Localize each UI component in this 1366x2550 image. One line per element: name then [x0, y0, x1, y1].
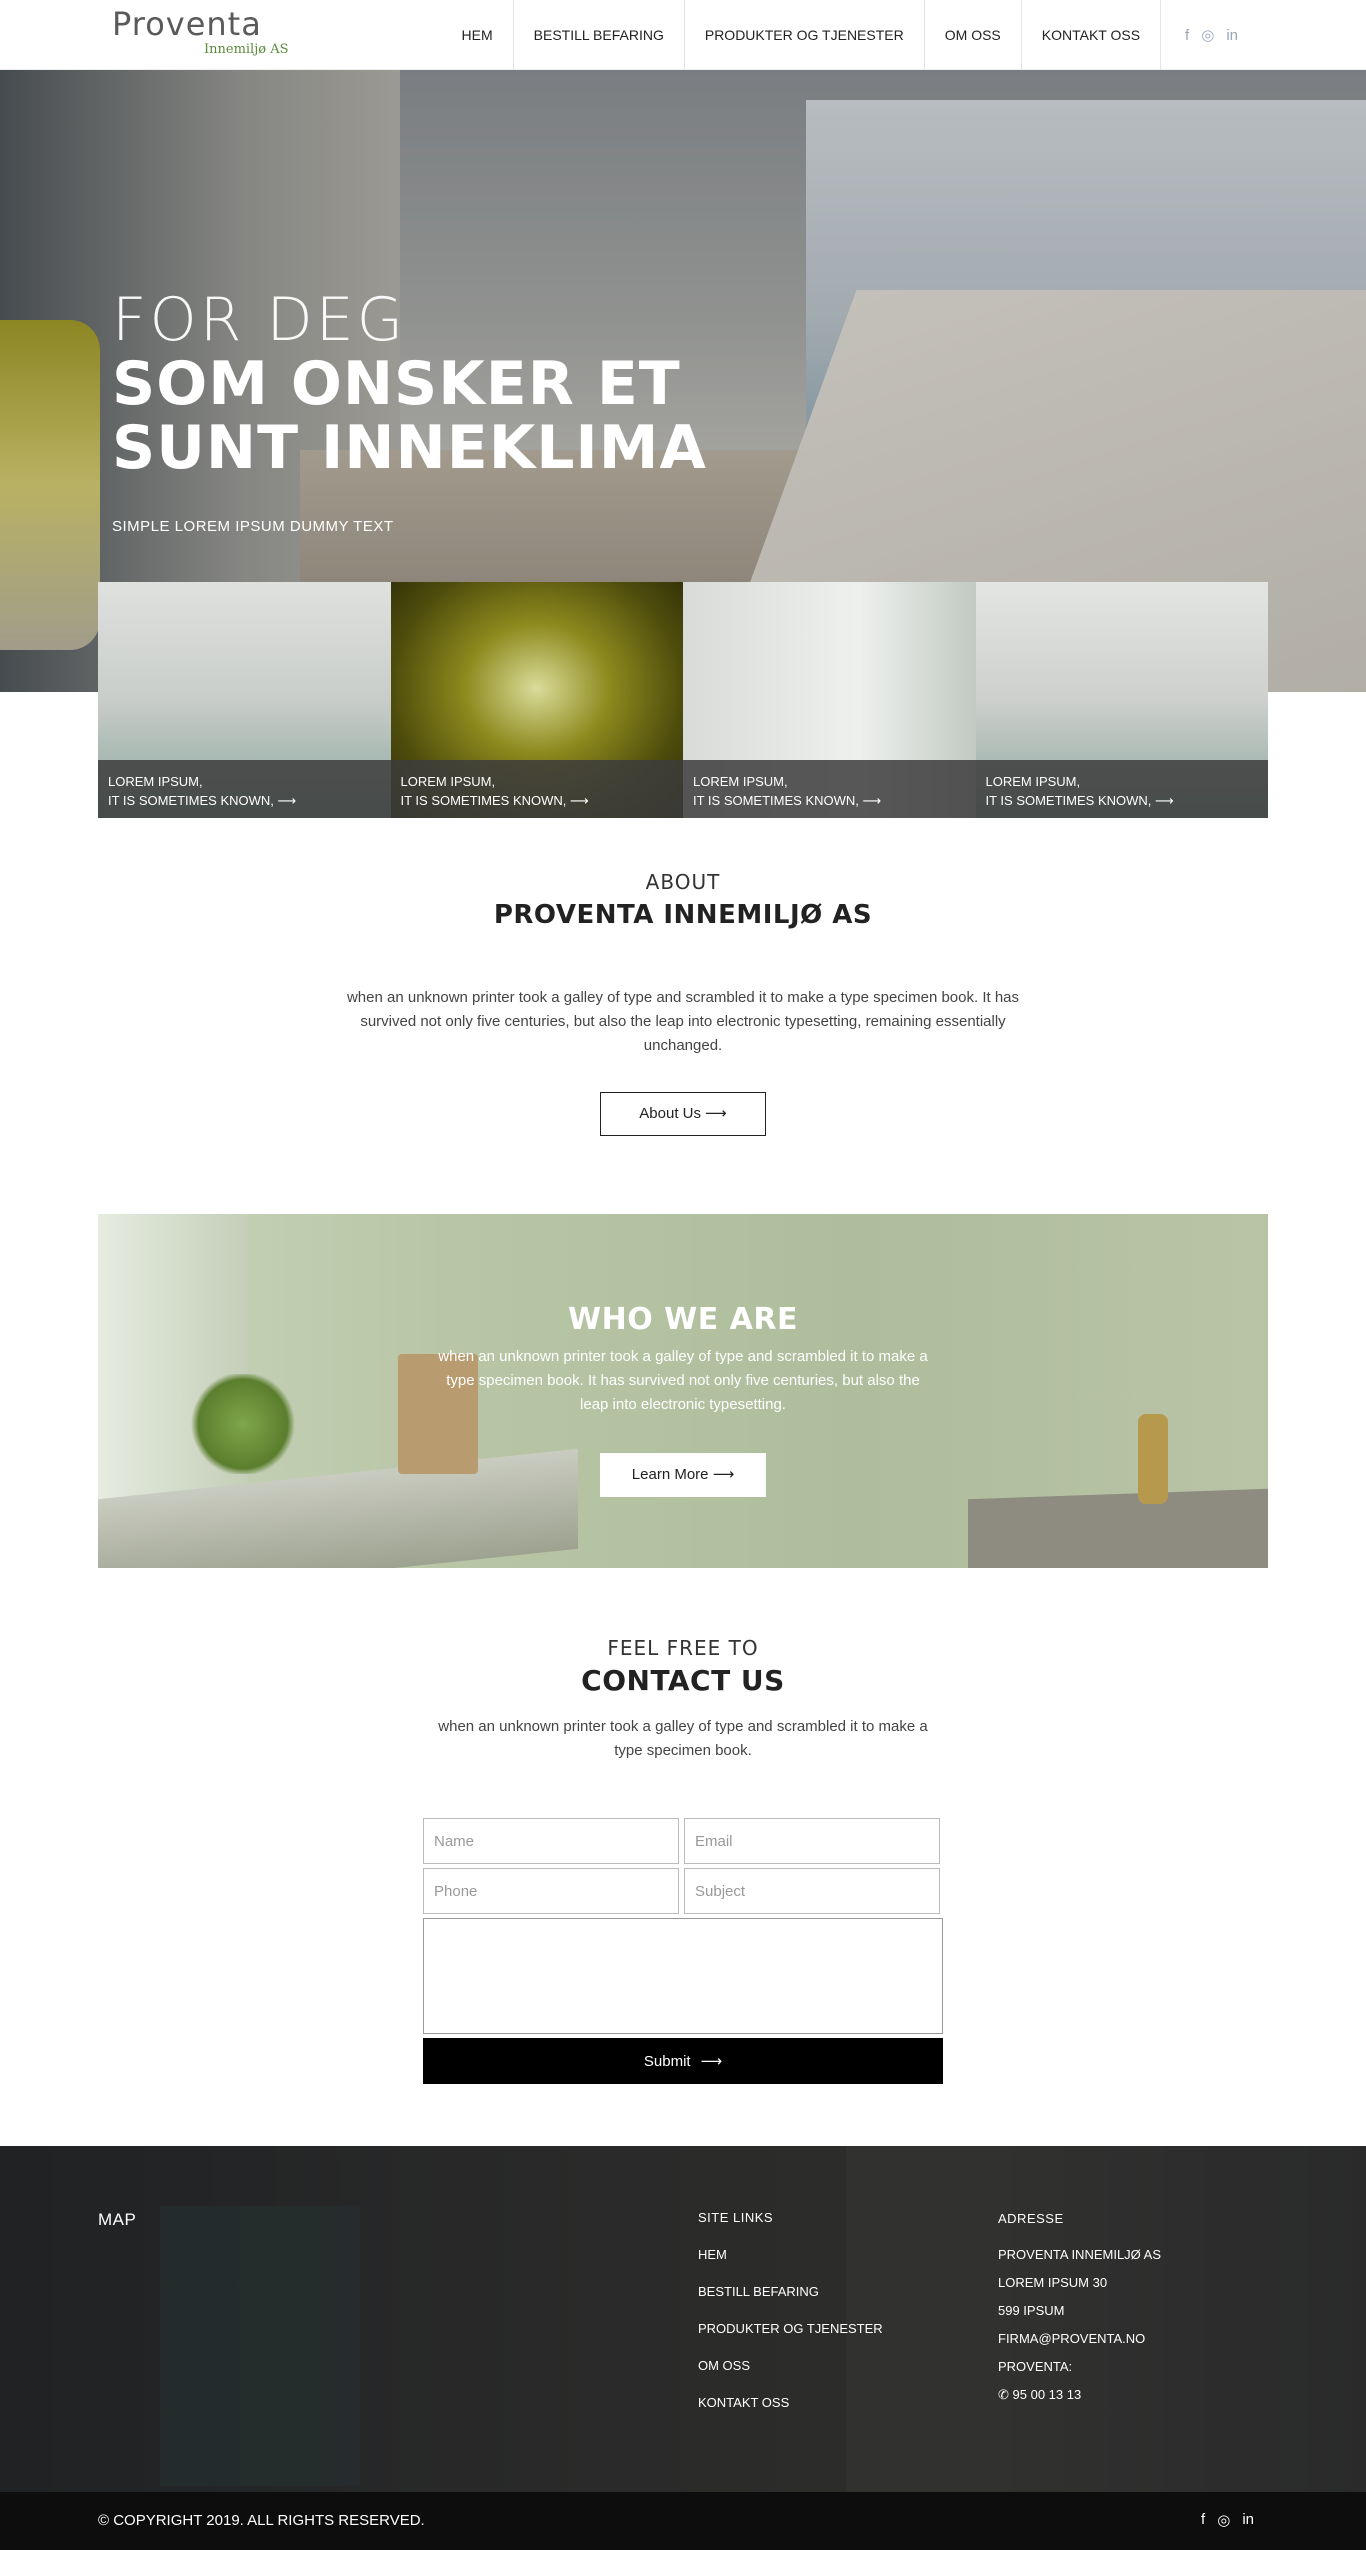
address-city: 599 IPSUM: [998, 2303, 1065, 2318]
feature-tile[interactable]: LOREM IPSUM, IT IS SOMETIMES KNOWN, ⟶: [683, 582, 976, 818]
facebook-icon[interactable]: f: [1185, 27, 1189, 44]
contact-section: FEEL FREE TO CONTACT US when an unknown …: [0, 1636, 1366, 1763]
tile-caption: LOREM IPSUM, IT IS SOMETIMES KNOWN, ⟶: [98, 760, 391, 818]
instagram-icon[interactable]: ◎: [1201, 26, 1214, 44]
tile-caption: LOREM IPSUM, IT IS SOMETIMES KNOWN, ⟶: [975, 760, 1268, 818]
footer-link-om-oss[interactable]: OM OSS: [698, 2358, 883, 2373]
arrow-right-icon: ⟶: [570, 793, 589, 808]
footer-overlay: [0, 2146, 1366, 2492]
footer-link-produkter[interactable]: PRODUKTER OG TJENESTER: [698, 2321, 883, 2336]
logo-main: Proventa: [112, 5, 262, 43]
address-company: PROVENTA INNEMILJØ AS: [998, 2247, 1162, 2262]
footer-address-heading: ADRESSE: [998, 2211, 1064, 2226]
who-text: when an unknown printer took a galley of…: [438, 1348, 928, 1413]
nav-item-kontakt-oss[interactable]: KONTAKT OSS: [1022, 0, 1162, 70]
logo[interactable]: Proventa Innemiljø AS: [112, 5, 289, 57]
tile-caption-line-2: IT IS SOMETIMES KNOWN,: [693, 793, 859, 808]
arrow-right-icon: ⟶: [705, 1105, 727, 1122]
tile-caption-line-2: IT IS SOMETIMES KNOWN,: [985, 793, 1152, 808]
arrow-right-icon: ⟶: [1155, 793, 1174, 808]
footer-map-column: MAP: [98, 2210, 136, 2230]
phone-icon: ✆: [998, 2387, 1009, 2402]
submit-button-label: Submit: [643, 2052, 691, 2070]
footer-link-hem[interactable]: HEM: [698, 2247, 883, 2262]
bottom-bar: © COPYRIGHT 2019. ALL RIGHTS RESERVED. f…: [0, 2492, 1366, 2550]
logo-sub: Innemiljø AS: [204, 42, 289, 57]
tile-caption: LOREM IPSUM, IT IS SOMETIMES KNOWN, ⟶: [390, 760, 683, 818]
subject-field[interactable]: Subject: [684, 1868, 940, 1914]
about-section: ABOUT PROVENTA INNEMILJØ AS when an unkn…: [0, 870, 1366, 1136]
address-proventa-label: PROVENTA:: [998, 2359, 1073, 2374]
hero-text: FOR DEG SOM ONSKER ET SUNT INNEKLIMA SIM…: [112, 288, 707, 535]
nav-item-produkter[interactable]: PRODUKTER OG TJENESTER: [685, 0, 925, 70]
footer-links-heading: SITE LINKS: [698, 2210, 774, 2225]
hero-line-3: SUNT INNEKLIMA: [112, 413, 707, 483]
footer-map-heading: MAP: [98, 2210, 137, 2229]
footer-link-kontakt-oss[interactable]: KONTAKT OSS: [698, 2395, 883, 2410]
feature-tiles: LOREM IPSUM, IT IS SOMETIMES KNOWN, ⟶ LO…: [98, 582, 1268, 818]
message-textarea[interactable]: [423, 1918, 943, 2034]
arrow-right-icon: ⟶: [277, 793, 297, 808]
arrow-right-icon: ⟶: [700, 2053, 723, 2070]
tile-caption-line-1: LOREM IPSUM,: [108, 774, 203, 789]
arrow-right-icon: ⟶: [862, 793, 882, 808]
contact-form: Name Email Phone Subject Submit ⟶: [423, 1818, 943, 2084]
address-phone[interactable]: ✆ 95 00 13 13: [998, 2386, 1161, 2404]
about-us-button-label: About Us: [639, 1105, 701, 1122]
who-bg-counter: [968, 1488, 1268, 1568]
about-text: when an unknown printer took a galley of…: [346, 989, 1020, 1054]
about-us-button[interactable]: About Us ⟶: [600, 1092, 766, 1136]
copyright-text: © COPYRIGHT 2019. ALL RIGHTS RESERVED.: [98, 2512, 425, 2529]
name-field[interactable]: Name: [423, 1818, 679, 1864]
facebook-icon[interactable]: f: [1201, 2511, 1205, 2529]
nav-item-hem[interactable]: HEM: [462, 0, 514, 70]
arrow-right-icon: ⟶: [712, 1466, 735, 1483]
nav-item-om-oss[interactable]: OM OSS: [925, 0, 1022, 70]
submit-button[interactable]: Submit ⟶: [423, 2038, 943, 2084]
address-street: LOREM IPSUM 30: [998, 2275, 1108, 2290]
contact-eyebrow: FEEL FREE TO: [607, 1636, 759, 1660]
nav-item-bestill-befaring[interactable]: BESTILL BEFARING: [514, 0, 685, 70]
address-phone-number: 95 00 13 13: [1012, 2387, 1082, 2402]
tile-caption: LOREM IPSUM, IT IS SOMETIMES KNOWN, ⟶: [683, 760, 976, 818]
feature-tile[interactable]: LOREM IPSUM, IT IS SOMETIMES KNOWN, ⟶: [390, 582, 683, 818]
about-title: PROVENTA INNEMILJØ AS: [493, 900, 873, 930]
site-footer: MAP SITE LINKS HEM BESTILL BEFARING PROD…: [0, 2146, 1366, 2492]
hero-line-2: SOM ONSKER ET: [112, 349, 681, 419]
phone-field[interactable]: Phone: [423, 1868, 679, 1914]
contact-title: CONTACT US: [581, 1664, 785, 1697]
learn-more-button[interactable]: Learn More ⟶: [600, 1453, 766, 1497]
who-we-are-section: WHO WE ARE when an unknown printer took …: [98, 1214, 1268, 1568]
footer-links-column: SITE LINKS HEM BESTILL BEFARING PRODUKTE…: [698, 2210, 883, 2410]
linkedin-icon[interactable]: in: [1226, 27, 1238, 44]
tile-caption-line-1: LOREM IPSUM,: [400, 774, 496, 789]
learn-more-button-label: Learn More: [631, 1466, 709, 1483]
main-nav: HEM BESTILL BEFARING PRODUKTER OG TJENES…: [462, 0, 1366, 70]
linkedin-icon[interactable]: in: [1242, 2511, 1254, 2529]
who-content: WHO WE ARE when an unknown printer took …: [98, 1302, 1268, 1497]
tile-caption-line-1: LOREM IPSUM,: [693, 774, 788, 789]
tile-caption-line-2: IT IS SOMETIMES KNOWN,: [400, 793, 567, 808]
who-title: WHO WE ARE: [568, 1302, 798, 1337]
footer-link-bestill-befaring[interactable]: BESTILL BEFARING: [698, 2284, 883, 2299]
hero-line-1: FOR DEG: [112, 285, 407, 355]
address-email[interactable]: FIRMA@PROVENTA.NO: [998, 2330, 1161, 2348]
about-eyebrow: ABOUT: [645, 870, 721, 894]
footer-social: f ◎ in: [1201, 2511, 1254, 2529]
hero-subtitle: SIMPLE LOREM IPSUM DUMMY TEXT: [112, 518, 394, 535]
feature-tile[interactable]: LOREM IPSUM, IT IS SOMETIMES KNOWN, ⟶: [98, 582, 391, 818]
header-social: f ◎ in: [1161, 0, 1366, 70]
footer-address-column: ADRESSE PROVENTA INNEMILJØ AS LOREM IPSU…: [998, 2210, 1161, 2404]
tile-caption-line-2: IT IS SOMETIMES KNOWN,: [108, 793, 274, 808]
feature-tile[interactable]: LOREM IPSUM, IT IS SOMETIMES KNOWN, ⟶: [975, 582, 1268, 818]
email-field[interactable]: Email: [684, 1818, 940, 1864]
site-header: Proventa Innemiljø AS HEM BESTILL BEFARI…: [0, 0, 1366, 70]
instagram-icon[interactable]: ◎: [1217, 2511, 1230, 2529]
contact-text: when an unknown printer took a galley of…: [438, 1718, 928, 1759]
tile-caption-line-1: LOREM IPSUM,: [985, 774, 1081, 789]
